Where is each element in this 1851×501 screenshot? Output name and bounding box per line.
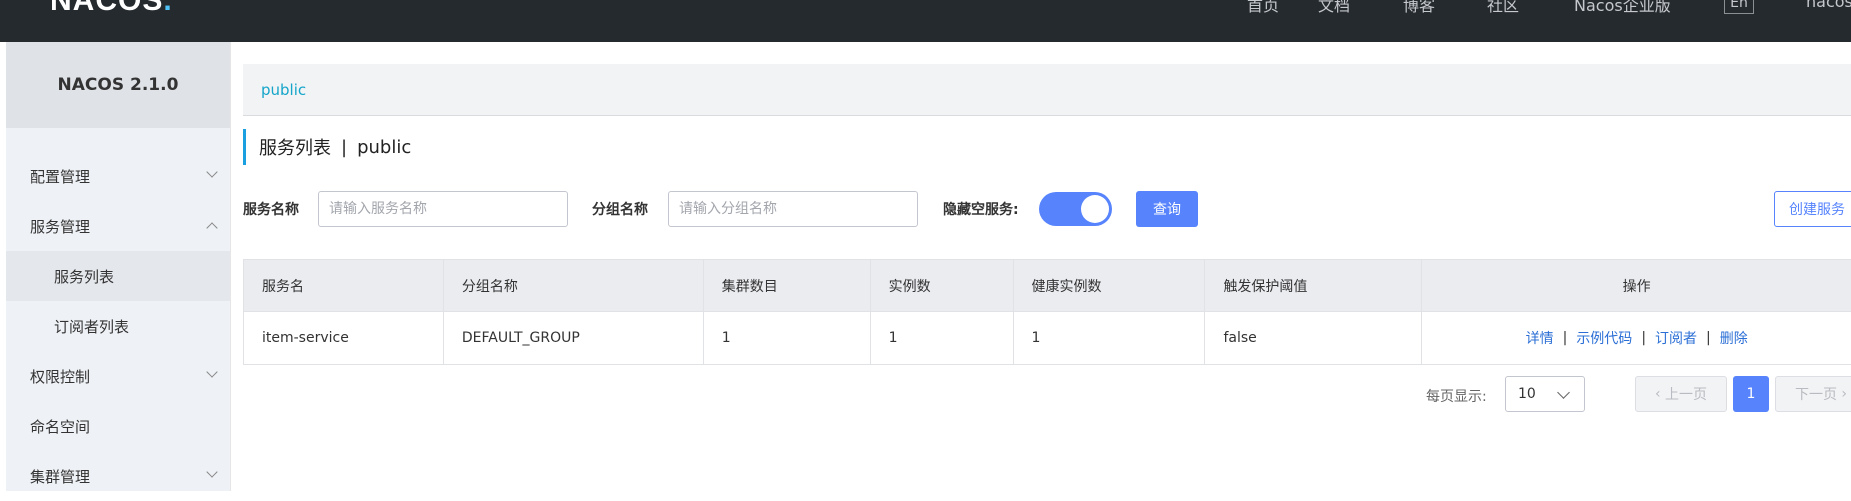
chevron-left-icon: ‹ — [1654, 386, 1666, 402]
service-name-label: 服务名称 — [243, 202, 299, 218]
sidebar-item-service-list[interactable]: 服务列表 — [6, 251, 230, 301]
prev-page-button[interactable]: ‹ 上一页 — [1635, 376, 1727, 412]
service-table: 服务名 分组名称 集群数目 实例数 健康实例数 触发保护阈值 操作 item-s… — [243, 259, 1851, 365]
sidebar-item-label: 权限控制 — [30, 367, 91, 386]
chevron-down-icon — [206, 166, 218, 178]
service-name-input[interactable] — [318, 191, 568, 227]
details-link[interactable]: 详情 — [1526, 328, 1554, 348]
user-menu[interactable]: nacos — [1806, 0, 1851, 11]
cell-cluster-count: 1 — [704, 312, 871, 364]
sidebar-item-label: 服务列表 — [54, 267, 115, 286]
sidebar-item-subscriber-list[interactable]: 订阅者列表 — [6, 301, 230, 351]
action-separator: | — [1562, 330, 1568, 346]
column-header-actions: 操作 — [1622, 278, 1651, 295]
cell-actions: 详情 | 示例代码 | 订阅者 | 删除 — [1422, 312, 1851, 364]
sidebar-item-service-management[interactable]: 服务管理 — [6, 201, 230, 251]
prev-page-label: 上一页 — [1665, 387, 1708, 403]
sidebar-item-label: 命名空间 — [30, 417, 91, 436]
cell-service-name: item-service — [244, 312, 444, 364]
delete-link[interactable]: 删除 — [1720, 328, 1748, 348]
sidebar-item-access-control[interactable]: 权限控制 — [6, 351, 230, 401]
page-title-text: 服务列表 — [259, 138, 331, 159]
sidebar: NACOS 2.1.0 配置管理 服务管理 服务列表 订阅者列表 权限控制 命名… — [6, 42, 230, 491]
sidebar-brand: NACOS 2.1.0 — [6, 42, 230, 128]
nacos-logo[interactable]: NACOS. — [50, 0, 173, 18]
column-header-group-name: 分组名称 — [444, 260, 704, 311]
page-number-current[interactable]: 1 — [1733, 376, 1769, 412]
column-header-cluster-count: 集群数目 — [704, 260, 871, 311]
chevron-right-icon: › — [1836, 386, 1848, 402]
cell-instance-count: 1 — [871, 312, 1014, 364]
nav-home[interactable]: 首页 — [1247, 0, 1279, 16]
page-title: 服务列表 | public — [243, 129, 411, 165]
nav-blog[interactable]: 博客 — [1403, 0, 1435, 16]
group-name-input[interactable] — [668, 191, 918, 227]
sidebar-item-namespace[interactable]: 命名空间 — [6, 401, 230, 451]
sidebar-item-label: 订阅者列表 — [54, 317, 130, 336]
language-switch-button[interactable]: En — [1724, 0, 1754, 14]
hide-empty-services-label: 隐藏空服务: — [943, 202, 1019, 218]
nav-community[interactable]: 社区 — [1487, 0, 1519, 16]
sample-code-link[interactable]: 示例代码 — [1576, 328, 1632, 348]
page-size-label: 每页显示: — [1426, 389, 1487, 405]
sidebar-divider — [230, 42, 231, 491]
page-title-namespace: public — [357, 136, 412, 158]
chevron-down-icon — [206, 466, 218, 478]
hide-empty-services-toggle[interactable] — [1039, 192, 1112, 226]
chevron-down-icon — [206, 366, 218, 378]
sidebar-item-cluster-management[interactable]: 集群管理 — [6, 451, 230, 501]
next-page-button[interactable]: 下一页 › — [1775, 376, 1851, 412]
chevron-down-icon — [1557, 386, 1570, 399]
toggle-knob — [1081, 195, 1109, 223]
group-name-label: 分组名称 — [592, 202, 648, 218]
nav-enterprise[interactable]: Nacos企业版 — [1574, 0, 1671, 16]
next-page-label: 下一页 — [1794, 387, 1837, 403]
namespace-link-public[interactable]: public — [261, 81, 306, 99]
column-header-protect-threshold: 触发保护阈值 — [1205, 260, 1423, 311]
sidebar-item-config-management[interactable]: 配置管理 — [6, 151, 230, 201]
sidebar-item-label: 集群管理 — [30, 467, 91, 486]
page-size-select[interactable]: 10 — [1505, 376, 1585, 412]
query-button[interactable]: 查询 — [1136, 191, 1198, 227]
sidebar-item-label: 配置管理 — [30, 167, 91, 186]
action-separator: | — [1641, 330, 1647, 346]
title-separator: | — [341, 136, 348, 158]
sidebar-item-label: 服务管理 — [30, 217, 91, 236]
namespace-bar: public — [243, 64, 1851, 116]
create-service-button[interactable]: 创建服务 — [1774, 191, 1851, 227]
nav-docs[interactable]: 文档 — [1318, 0, 1350, 16]
page-size-value: 10 — [1518, 386, 1536, 402]
cell-group-name: DEFAULT_GROUP — [444, 312, 704, 364]
column-header-instance-count: 实例数 — [871, 260, 1014, 311]
table-row: item-service DEFAULT_GROUP 1 1 1 false 详… — [244, 312, 1851, 364]
chevron-up-icon — [206, 222, 218, 234]
subscribers-link[interactable]: 订阅者 — [1655, 328, 1697, 348]
column-header-service-name: 服务名 — [244, 260, 444, 311]
cell-healthy-instance-count: 1 — [1014, 312, 1206, 364]
logo-text: NACOS — [50, 0, 164, 17]
top-header: NACOS. 首页 文档 博客 社区 Nacos企业版 En nacos — [0, 0, 1851, 42]
column-header-healthy-instance-count: 健康实例数 — [1014, 260, 1206, 311]
action-separator: | — [1706, 330, 1711, 346]
cell-protect-threshold: false — [1205, 312, 1423, 364]
table-header-row: 服务名 分组名称 集群数目 实例数 健康实例数 触发保护阈值 操作 — [244, 260, 1851, 312]
